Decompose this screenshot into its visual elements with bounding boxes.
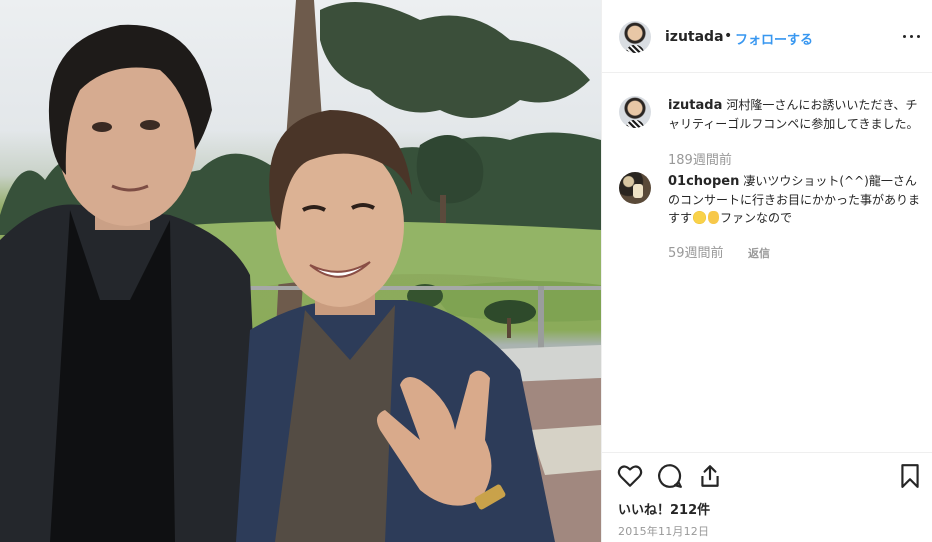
caption-username[interactable]: izutada bbox=[668, 98, 722, 113]
share-icon[interactable] bbox=[697, 463, 723, 489]
comment-age[interactable]: 59週間前 bbox=[668, 242, 724, 261]
smiling-face-emoji-icon bbox=[693, 211, 707, 224]
commenter-avatar[interactable] bbox=[619, 172, 651, 204]
photo-illustration bbox=[0, 0, 601, 542]
comment-text-block: 01chopen 凄いツウショット(^^)龍一さんのコンサートに行きお目にかかった… bbox=[668, 172, 923, 227]
comment-icon[interactable] bbox=[657, 463, 683, 489]
post-actions: いいね！212件 2015年11月12日 bbox=[602, 452, 932, 542]
caption-text-block: izutada 河村隆一さんにお誘いいただき、チャリティーゴルフコンペに参加してき… bbox=[668, 96, 923, 133]
comment-text-after: ファンなので bbox=[720, 211, 793, 225]
ok-hand-emoji-icon bbox=[708, 211, 720, 224]
commenter-username[interactable]: 01chopen bbox=[668, 174, 739, 189]
more-options-icon[interactable] bbox=[902, 26, 922, 46]
caption-avatar[interactable] bbox=[619, 96, 651, 128]
heart-icon[interactable] bbox=[617, 463, 643, 489]
follow-button[interactable]: フォローする bbox=[735, 29, 813, 48]
reply-button[interactable]: 返信 bbox=[748, 245, 770, 261]
header-separator: • bbox=[724, 28, 733, 44]
post-side-panel: izutada • フォローする izutada 河村隆一さんにお誘いいただき、チ… bbox=[601, 0, 932, 542]
post-header: izutada • フォローする bbox=[602, 0, 932, 73]
post-date[interactable]: 2015年11月12日 bbox=[618, 523, 709, 539]
post-photo[interactable] bbox=[0, 0, 601, 542]
bookmark-icon[interactable] bbox=[897, 463, 923, 489]
caption-age[interactable]: 189週間前 bbox=[668, 149, 732, 168]
likes-count[interactable]: いいね！212件 bbox=[618, 499, 710, 518]
author-avatar[interactable] bbox=[619, 21, 651, 53]
author-username[interactable]: izutada bbox=[665, 29, 724, 45]
